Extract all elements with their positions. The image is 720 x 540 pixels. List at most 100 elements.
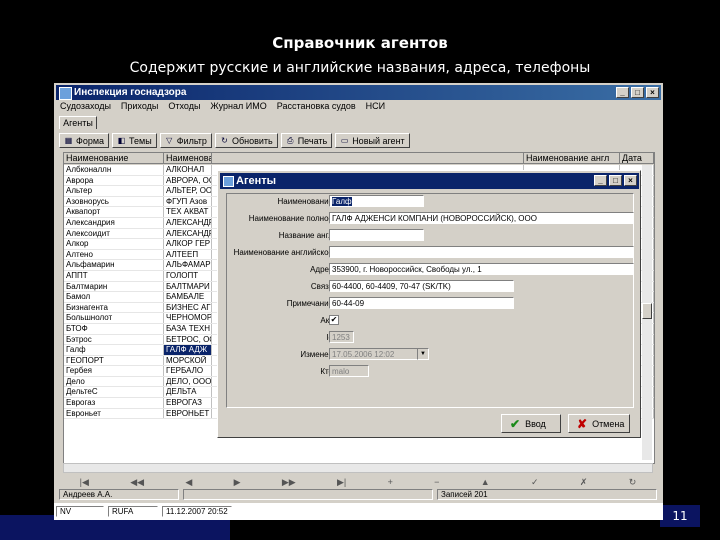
menu-item[interactable]: Приходы [121, 101, 158, 113]
table-cell: Гербея [64, 366, 164, 376]
table-cell: ДЕЛО, ООО [166, 376, 212, 387]
app-titlebar[interactable]: Инспекция госнадзора _ □ × [56, 85, 661, 100]
status-datetime: 11.12.2007 20:52 [162, 506, 232, 517]
active-checkbox[interactable]: ✔ [329, 315, 339, 325]
column-header[interactable]: Наименование англ [524, 153, 620, 164]
field-row: Изменен 17.05.2006 12:02 ▼ [218, 348, 638, 361]
menubar: Судозаходы Приходы Отходы Журнал ИМО Рас… [56, 101, 385, 113]
table-cell: ГОЛОПТ [164, 270, 212, 281]
address-input[interactable]: 353900, г. Новороссийск, Свободы ул., 1 [329, 263, 634, 275]
nav-button-icon[interactable]: ▶ [234, 477, 241, 488]
table-cell: АЛТЕЕП [164, 249, 212, 260]
slide-subtitle: Содержит русские и английские названия, … [129, 60, 591, 76]
field-label: Изменен [300, 350, 333, 359]
eng-name-input[interactable] [329, 229, 424, 241]
table-cell: АППТ [64, 270, 164, 281]
table-cell: Дело [64, 376, 164, 387]
menu-item[interactable]: Журнал ИМО [210, 101, 266, 113]
table-cell: Аквапорт [64, 207, 164, 217]
field-label: Адрес [310, 265, 333, 274]
dialog-maximize-button[interactable]: □ [609, 175, 622, 186]
nav-button-icon[interactable]: ✗ [580, 477, 588, 488]
menu-item[interactable]: НСИ [366, 101, 385, 113]
dialog-minimize-button[interactable]: _ [594, 175, 607, 186]
vertical-scrollbar[interactable] [642, 165, 652, 460]
table-cell: АЛКОР ГЕР [166, 239, 212, 249]
nav-button-icon[interactable]: ▲ [481, 477, 490, 487]
column-header[interactable]: Дата [620, 153, 654, 164]
nav-button-icon[interactable]: ◀◀ [130, 477, 144, 488]
slide-title: Справочник агентов [272, 34, 448, 52]
print-button[interactable]: ⎙ Печать [280, 133, 333, 148]
table-cell: АВРОРА, ООО [164, 175, 212, 186]
themes-button[interactable]: ◧ Темы [112, 133, 157, 148]
table-cell: Бизнагента [64, 302, 164, 313]
refresh-button[interactable]: ↻ Обновить [214, 133, 278, 148]
field-label: Наименование [277, 197, 333, 206]
filter-button[interactable]: ▽ Фильтр [159, 133, 212, 148]
nav-button-icon[interactable]: ◀ [185, 477, 192, 488]
field-label: Кто [320, 367, 333, 376]
column-header[interactable]: Наименование полное [164, 153, 212, 164]
table-cell: ЕВРОГАЗ [164, 398, 212, 408]
maximize-button[interactable]: □ [631, 87, 644, 98]
status-bar: Андреев А.А. Записей 201 [59, 489, 657, 500]
dialog-close-button[interactable]: × [624, 175, 637, 186]
nav-button-icon[interactable]: + [388, 477, 393, 487]
nav-button-icon[interactable]: − [434, 477, 439, 487]
cancel-button[interactable]: ✘ Отмена [568, 414, 630, 433]
table-cell: БАЗА ТЕХН [166, 323, 212, 334]
form-button[interactable]: ▦ Форма [59, 133, 110, 148]
eng-full-name-input[interactable] [329, 246, 634, 258]
field-row: Акт ✔ [218, 314, 638, 327]
chevron-down-icon[interactable]: ▼ [417, 348, 429, 360]
note-input[interactable]: 60-44-09 [329, 297, 514, 309]
status-panel [183, 489, 433, 500]
nav-button-icon[interactable]: ▶| [337, 477, 346, 488]
nav-button-icon[interactable]: ▶▶ [282, 477, 296, 488]
table-cell: ГЕРБАЛО [164, 366, 212, 376]
full-name-input[interactable]: ГАЛФ АДЖЕНСИ КОМПАНИ (НОВОРОССИЙСК), ООО [329, 212, 634, 224]
field-row: Наименование полное ГАЛФ АДЖЕНСИ КОМПАНИ… [218, 212, 638, 225]
tab-agents[interactable]: Агенты [59, 116, 97, 129]
table-cell: Албконаллн [64, 165, 164, 175]
menu-item[interactable]: Отходы [168, 101, 200, 113]
table-cell: Бэтрос [64, 334, 164, 345]
nav-button-icon[interactable]: |◀ [80, 477, 89, 488]
horizontal-scrollbar[interactable] [63, 463, 653, 473]
app-window: Инспекция госнадзора _ □ × Судозаходы Пр… [54, 83, 663, 520]
grid-header: Наименование Наименование полное Наимено… [64, 153, 654, 165]
menu-item[interactable]: Расстановка судов [277, 101, 356, 113]
cross-icon: ✘ [577, 416, 588, 431]
nav-button-icon[interactable]: ✓ [531, 477, 539, 488]
contact-input[interactable]: 60-4400, 60-4409, 70-47 (SK/TK) [329, 280, 514, 292]
status-user: Андреев А.А. [59, 489, 179, 500]
field-row: Связь 60-4400, 60-4409, 70-47 (SK/TK) [218, 280, 638, 293]
field-row: Id 1253 [218, 331, 638, 344]
name-input[interactable]: Галф [329, 195, 424, 207]
ok-button[interactable]: ✔ Ввод [501, 414, 561, 433]
agent-dialog: Агенты _ □ × Наименование Галф Наименова… [217, 170, 641, 438]
record-navigator: |◀ ◀◀ ◀ ▶ ▶▶ ▶| + − ▲ ✓ ✗ ↻ [59, 475, 657, 489]
status-bar-bottom: NV RUFA 11.12.2007 20:52 [54, 503, 663, 520]
dialog-titlebar[interactable]: Агенты _ □ × [220, 173, 639, 189]
field-label: Акт [320, 316, 333, 325]
page-number: 11 [660, 505, 700, 527]
table-cell: Алтено [64, 249, 164, 260]
column-header[interactable]: Наименование [64, 153, 164, 164]
table-cell: Азовнорусь [64, 196, 164, 207]
field-label: Примечание [286, 299, 333, 308]
new-agent-button[interactable]: ▭ Новый агент [335, 133, 410, 148]
nav-button-icon[interactable]: ↻ [629, 477, 637, 488]
app-icon [59, 87, 72, 100]
field-row: Наименование английское [218, 246, 638, 259]
table-cell: Галф [64, 345, 164, 355]
menu-item[interactable]: Судозаходы [60, 101, 111, 113]
minimize-button[interactable]: _ [616, 87, 629, 98]
scroll-thumb[interactable] [642, 303, 652, 319]
close-button[interactable]: × [646, 87, 659, 98]
toolbar: ▦ Форма ◧ Темы ▽ Фильтр ↻ Обновить ⎙ Печать ▭… [59, 133, 410, 149]
table-cell: БТОФ [64, 323, 164, 334]
column-header[interactable] [212, 153, 524, 164]
field-label: Наименование английское [233, 248, 333, 257]
